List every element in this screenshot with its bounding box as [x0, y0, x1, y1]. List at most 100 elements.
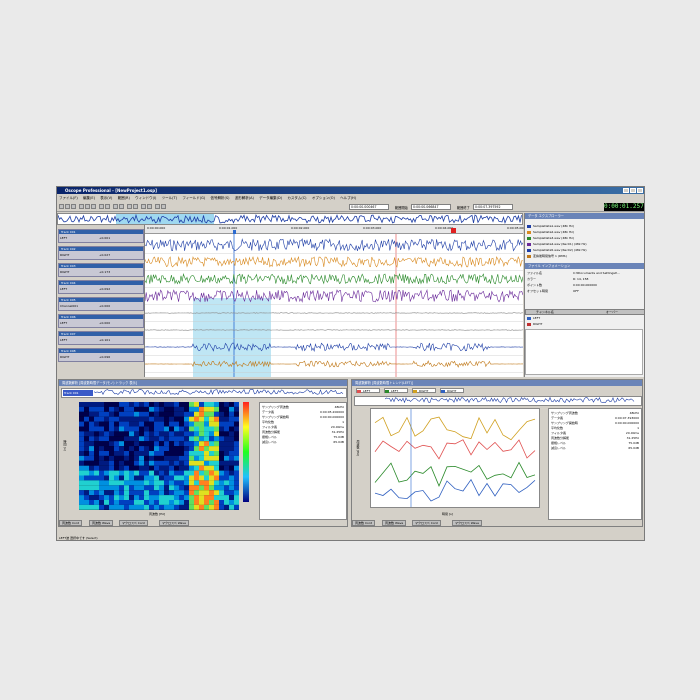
range-start-field[interactable]: 0:00:00.066847 — [411, 204, 451, 210]
paste-button[interactable] — [91, 204, 96, 209]
mini-overview[interactable] — [354, 396, 642, 406]
legend-item[interactable]: RIGHT — [440, 388, 464, 393]
zoom-out-button[interactable] — [105, 204, 110, 209]
file-item[interactable]: SampleData2.wav (48k Hz) — [527, 230, 574, 235]
save-button[interactable] — [71, 204, 76, 209]
maximize-button[interactable] — [630, 188, 636, 193]
mini-overview[interactable]: Track 001 — [61, 388, 347, 398]
spectrogram-cell — [109, 411, 114, 417]
menu-range[interactable]: 範囲(R) — [116, 194, 132, 202]
tab[interactable]: マクロスペ Cont — [119, 520, 148, 526]
new-button[interactable] — [59, 204, 64, 209]
overview-strip[interactable] — [57, 213, 523, 225]
track-header[interactable]: Track 008 RIGHT +0.096 — [58, 348, 144, 362]
track-value: +0.000 — [99, 321, 111, 325]
legend-item[interactable]: RIGHT — [412, 388, 436, 393]
track-header[interactable]: Track 004 LEFT +0.092 — [58, 280, 144, 294]
spectrogram-cell — [219, 485, 224, 491]
track-name: Track 008 — [59, 349, 143, 353]
file-item[interactable]: SampleData3.wav (48k Hz) — [527, 236, 574, 241]
info-value: 20.00ms — [625, 431, 639, 435]
tab[interactable]: 周波数 Cont — [352, 520, 375, 526]
spectrogram-cell — [94, 460, 99, 466]
time-ruler[interactable]: 0:00:00.000 0:00:01.000 0:00:02.000 0:00… — [145, 225, 525, 234]
spectrogram-cell — [99, 406, 104, 412]
waveform-area[interactable] — [145, 234, 523, 377]
spectrogram-cell — [159, 490, 164, 496]
close-button[interactable] — [637, 188, 643, 193]
spectrogram-cell — [159, 470, 164, 476]
menu-signal[interactable]: 信号解析(S) — [209, 194, 232, 202]
spectrogram-cell — [194, 446, 199, 451]
marker-button[interactable] — [155, 204, 160, 209]
tab[interactable]: 周波数 Wave — [382, 520, 407, 526]
file-item[interactable]: SampleData4.wav (Rec01) (48k Hz) — [527, 242, 587, 247]
menu-option[interactable]: オプション(O) — [310, 194, 337, 202]
tab[interactable]: 周波数 Wave — [89, 520, 114, 526]
menu-field[interactable]: フィールド(G) — [180, 194, 207, 202]
track-header[interactable]: Track 007 LEFT +0.101 — [58, 331, 144, 345]
copy-button[interactable] — [85, 204, 90, 209]
cut-button[interactable] — [79, 204, 84, 209]
info-key: 減衰レベル — [551, 446, 567, 450]
graph-button[interactable] — [147, 204, 152, 209]
spectrogram-cell — [129, 460, 134, 466]
tab[interactable]: マクロスペ Wave — [452, 520, 482, 526]
spectrogram-cell — [159, 446, 164, 451]
track-header[interactable]: Track 006 LEFT +0.000 — [58, 314, 144, 328]
spectrogram-cell — [184, 446, 189, 451]
open-button[interactable] — [65, 204, 70, 209]
file-item[interactable]: 変換後時間信号 1 (RMS) — [527, 254, 567, 259]
tab[interactable]: マクロスペ Cont — [412, 520, 441, 526]
track-header[interactable]: Track 003 RIGHT +0.173 — [58, 263, 144, 277]
file-item[interactable]: SampleData1.wav (48k Hz) — [527, 224, 574, 229]
range-end-field[interactable]: 0:00:07.397592 — [473, 204, 513, 210]
spectrogram-cell — [189, 470, 194, 476]
spectrogram-cell — [199, 426, 204, 432]
menu-window[interactable]: ウィンドウ(I) — [133, 194, 158, 202]
spectrogram-cell — [129, 411, 134, 417]
spectrogram-cell — [159, 455, 164, 461]
spectrogram-cell — [94, 485, 99, 491]
minimize-button[interactable] — [623, 188, 629, 193]
channel-row[interactable]: LEFT — [527, 316, 540, 321]
menu-view[interactable]: 表示(V) — [98, 194, 114, 202]
info-value: 0:00:05.200000 — [320, 410, 344, 414]
menu-file[interactable]: ファイル(F) — [57, 194, 80, 202]
track-header[interactable]: Track 002 RIGHT +0.027 — [58, 246, 144, 260]
spectrogram-cell — [209, 465, 214, 471]
cursor-button[interactable] — [127, 204, 132, 209]
range-button[interactable] — [133, 204, 138, 209]
spectrogram-cell — [204, 402, 209, 407]
spectrogram-cell — [149, 475, 154, 481]
spectrogram-cell — [104, 500, 109, 505]
play-button[interactable] — [113, 204, 118, 209]
menu-edit[interactable]: 編集(E) — [81, 194, 97, 202]
spectrogram-cell — [154, 495, 159, 500]
stop-button[interactable] — [119, 204, 124, 209]
zoom-in-button[interactable] — [99, 204, 104, 209]
cursor-time-field[interactable]: 0:00:00.000467 — [349, 204, 389, 210]
legend-item[interactable]: LEFT — [384, 388, 408, 393]
track-header[interactable]: Track 005 Channel001 +0.000 — [58, 297, 144, 311]
settings-button[interactable] — [161, 204, 166, 209]
tab[interactable]: 周波数 Cont — [59, 520, 82, 526]
menu-help[interactable]: ヘルプ(H) — [338, 194, 358, 202]
spectrogram-cell — [89, 460, 94, 466]
track-header[interactable]: Track 001 LEFT +0.001 — [58, 229, 144, 243]
legend-item[interactable]: LEFT — [356, 388, 380, 393]
spectrogram-cell — [229, 465, 234, 471]
menu-wave[interactable]: 波形解析(A) — [233, 194, 256, 202]
menu-custom[interactable]: カスタム(C) — [285, 194, 308, 202]
spectrogram-cell — [144, 475, 149, 481]
tab[interactable]: マクロスペ Wave — [159, 520, 189, 526]
menu-tool[interactable]: ツール(T) — [160, 194, 179, 202]
menu-data[interactable]: データ編集(D) — [257, 194, 284, 202]
analysis-button[interactable] — [141, 204, 146, 209]
spectrogram-plot[interactable] — [79, 402, 239, 510]
trend-plot[interactable] — [370, 408, 540, 508]
end-marker[interactable] — [451, 228, 456, 233]
spectrogram-cell — [234, 421, 239, 427]
channel-row[interactable]: RIGHT — [527, 322, 542, 327]
file-item[interactable]: SampleData5.wav (Rec02) (48k Hz) — [527, 248, 587, 253]
